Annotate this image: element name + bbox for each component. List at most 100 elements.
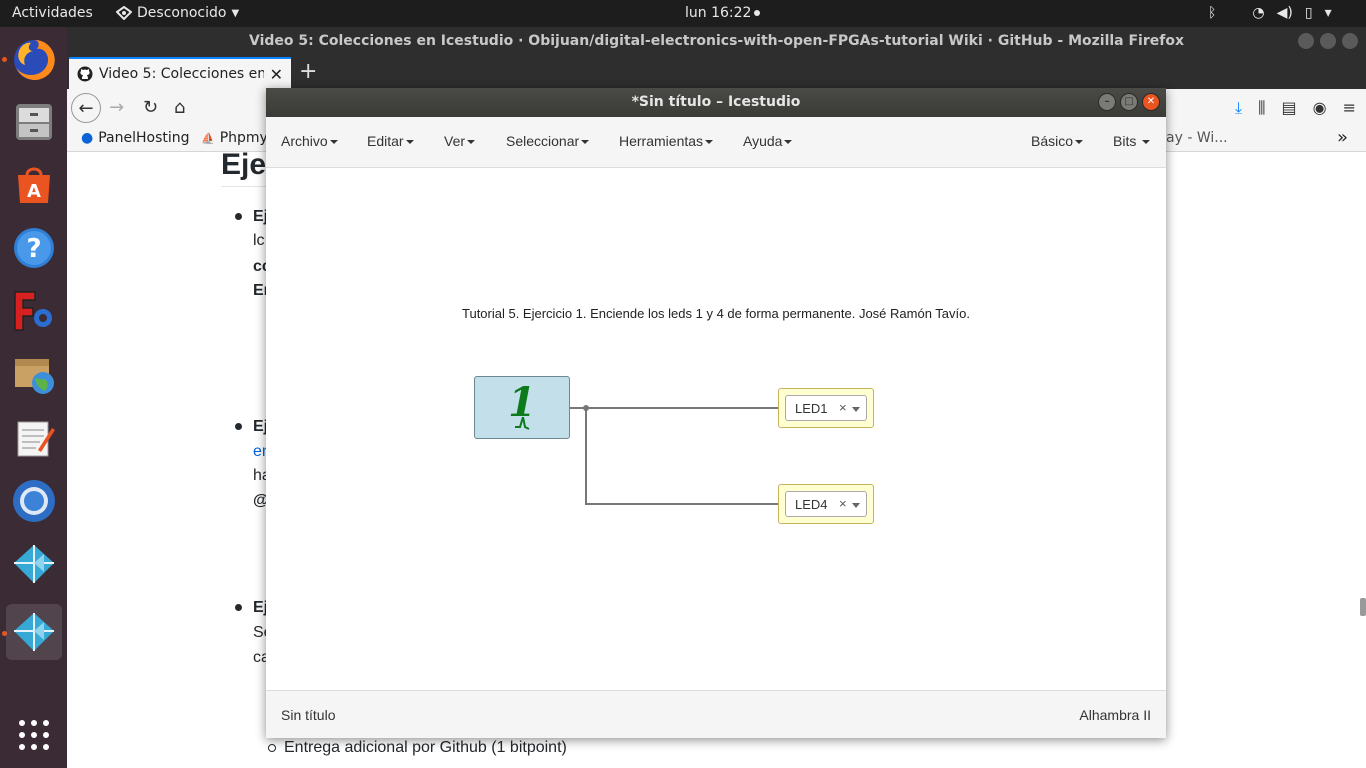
dock-archive[interactable]: [6, 346, 62, 402]
icestudio-status-bar: Sin título Alhambra II: [266, 690, 1166, 738]
led1-select[interactable]: LED1 ×: [785, 395, 867, 421]
github-icon: [77, 66, 93, 82]
menu-ver[interactable]: Ver: [444, 133, 476, 149]
constant-block[interactable]: 1: [474, 376, 570, 439]
menu-archivo[interactable]: Archivo: [281, 133, 338, 149]
led1-label: LED1: [795, 401, 828, 416]
battery-icon[interactable]: ▯: [1305, 5, 1313, 21]
design-canvas[interactable]: Tutorial 5. Ejercicio 1. Enciende los le…: [266, 168, 1166, 690]
top-bar: Actividades Desconocido ▼ lun 16:22 ᛒ ◔ …: [0, 0, 1366, 27]
close-icon[interactable]: [1342, 33, 1358, 49]
bluetooth-icon[interactable]: ᛒ: [1208, 5, 1216, 21]
output-block-led4[interactable]: LED4 ×: [778, 484, 874, 524]
output-block-led1[interactable]: LED1 ×: [778, 388, 874, 428]
svg-text:A: A: [27, 181, 41, 202]
notification-dot-icon: [754, 10, 761, 16]
item1-line2: lc: [253, 232, 265, 249]
menu-bits[interactable]: Bits: [1113, 133, 1151, 149]
caret-down-icon: [705, 140, 714, 145]
menu-label: Seleccionar: [506, 133, 580, 149]
show-apps-icon: [19, 720, 49, 750]
clear-selection-icon[interactable]: ×: [839, 400, 847, 415]
close-button[interactable]: ✕: [1142, 93, 1160, 111]
chevron-down-icon: ▼: [231, 7, 240, 19]
svg-text:?: ?: [26, 234, 41, 264]
phpmyadmin-icon: ⛵: [201, 131, 215, 145]
bookmark-phpmyadmin[interactable]: ⛵ Phpmy: [201, 130, 268, 146]
chromium-icon: [13, 480, 55, 522]
new-tab-button[interactable]: +: [299, 59, 317, 84]
back-arrow-icon: ←: [78, 97, 94, 119]
clear-selection-icon[interactable]: ×: [839, 496, 847, 511]
dock-icestudio[interactable]: [6, 536, 62, 592]
bullet-icon: [235, 423, 242, 430]
tab-active[interactable]: Video 5: Colecciones en I ✕: [69, 57, 291, 89]
menu-ayuda[interactable]: Ayuda: [743, 133, 793, 149]
minimize-button[interactable]: –: [1098, 93, 1116, 111]
caret-down-icon: [1075, 140, 1084, 145]
wire-junction-icon: [583, 405, 589, 411]
status-board-name[interactable]: Alhambra II: [1079, 707, 1151, 723]
home-button[interactable]: ⌂: [174, 97, 185, 118]
maximize-button[interactable]: □: [1120, 93, 1138, 111]
firefox-window-title: Video 5: Colecciones en Icestudio · Obij…: [248, 33, 1184, 49]
chevron-down-icon[interactable]: [852, 503, 860, 508]
software-center-icon: A: [18, 167, 50, 203]
power-menu-icon[interactable]: ▾: [1325, 5, 1332, 21]
forward-button[interactable]: →: [109, 97, 124, 118]
more-bookmarks-icon[interactable]: »: [1337, 127, 1348, 148]
menu-label: Ayuda: [743, 133, 783, 149]
maximize-icon: □: [1124, 96, 1134, 107]
network-indicator[interactable]: Desconocido ▼: [116, 5, 239, 21]
close-tab-icon[interactable]: ✕: [270, 65, 283, 84]
dock-freecad[interactable]: [6, 283, 62, 339]
menu-basico[interactable]: Básico: [1031, 133, 1084, 149]
minimize-icon: –: [1104, 96, 1110, 107]
file-manager-icon: [16, 104, 52, 140]
menu-herramientas[interactable]: Herramientas: [619, 133, 714, 149]
volume-icon[interactable]: ◀): [1277, 5, 1293, 21]
led4-label: LED4: [795, 497, 828, 512]
freecad-icon: [14, 291, 52, 331]
dock-files[interactable]: [6, 94, 62, 150]
maximize-icon[interactable]: [1320, 33, 1336, 49]
page-scrollbar[interactable]: [1360, 598, 1366, 616]
dock: A ?: [0, 27, 67, 768]
downloads-icon[interactable]: ⤓: [1235, 98, 1242, 118]
bookmark-panelhosting[interactable]: ● PanelHosting: [81, 130, 190, 146]
globe-icon: ●: [81, 130, 94, 146]
reload-button[interactable]: ↻: [143, 97, 158, 118]
dock-firefox[interactable]: [6, 32, 62, 88]
library-icon[interactable]: ⫼: [1258, 98, 1265, 118]
sub-list-item: Entrega adicional por Github (1 bitpoint…: [268, 739, 567, 757]
chevron-down-icon[interactable]: [852, 407, 860, 412]
menu-editar[interactable]: Editar: [367, 133, 414, 149]
minimize-icon[interactable]: [1298, 33, 1314, 49]
bookmark-wiki[interactable]: ay - Wi...: [1166, 130, 1228, 146]
icestudio-title-bar[interactable]: *Sin título – Icestudio – □ ✕: [266, 88, 1166, 117]
wire-led4: [585, 408, 778, 505]
show-apps-button[interactable]: [6, 707, 62, 763]
dock-text-editor[interactable]: [6, 410, 62, 466]
system-tray[interactable]: ᛒ ◔ ◀) ▯ ▾: [1208, 5, 1332, 21]
menu-seleccionar[interactable]: Seleccionar: [506, 133, 590, 149]
sub-item-text: Entrega adicional por Github (1 bitpoint…: [284, 739, 567, 756]
activities-button[interactable]: Actividades: [12, 5, 93, 21]
help-icon: ?: [14, 228, 54, 268]
led4-select[interactable]: LED4 ×: [785, 491, 867, 517]
firefox-window-controls: [1298, 33, 1358, 49]
hamburger-menu-icon[interactable]: ≡: [1343, 98, 1356, 118]
dock-chromium[interactable]: [6, 473, 62, 529]
firefox-icon: [14, 39, 55, 80]
circle-bullet-icon: [268, 744, 276, 752]
dock-icestudio-running[interactable]: [6, 604, 62, 660]
wifi-icon[interactable]: ◔: [1252, 5, 1264, 21]
back-button[interactable]: ←: [71, 93, 101, 123]
sidebar-icon[interactable]: ▤: [1282, 98, 1297, 118]
dock-software[interactable]: A: [6, 157, 62, 213]
caret-down-icon: [405, 140, 414, 145]
dock-help[interactable]: ?: [6, 220, 62, 276]
account-icon[interactable]: ◉: [1313, 98, 1327, 118]
clock[interactable]: lun 16:22: [685, 5, 761, 21]
bookmark-label: Phpmy: [219, 130, 268, 146]
